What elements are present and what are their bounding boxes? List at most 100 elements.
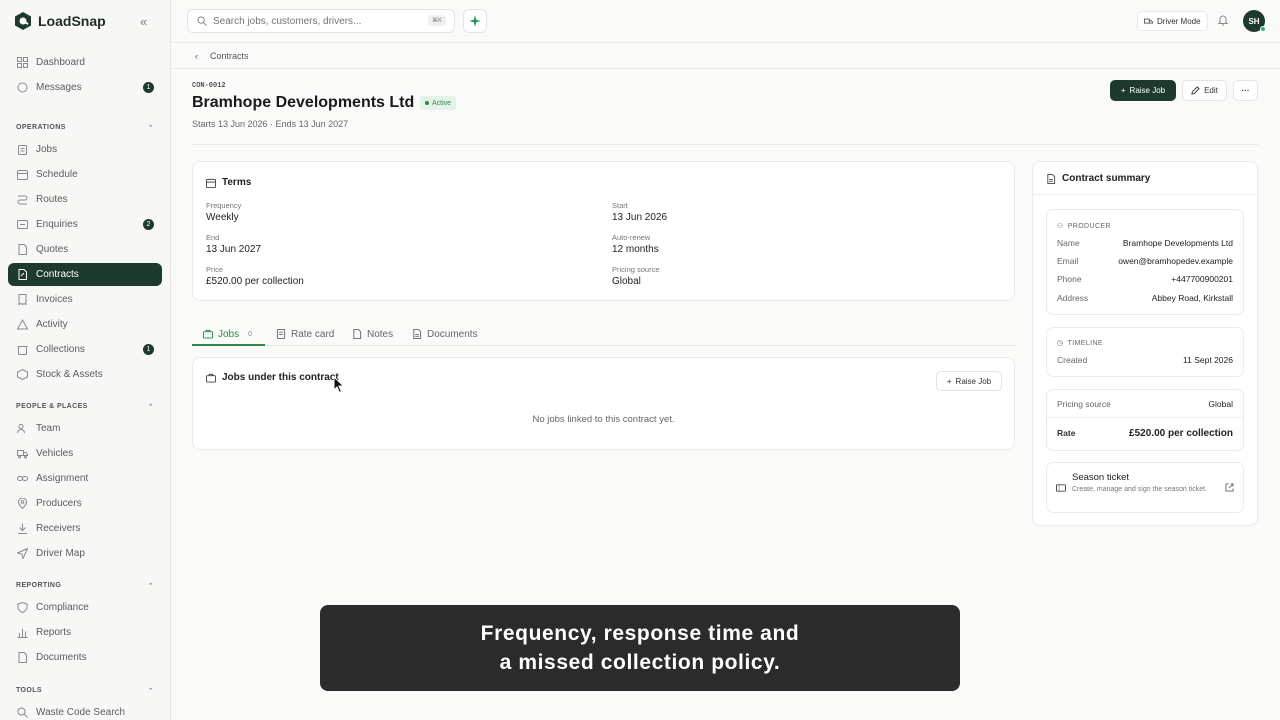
end-value: 13 Jun 2027 [206,244,262,255]
sidebar-item-schedule[interactable]: Schedule [8,163,162,186]
sidebar-item-collections[interactable]: Collections 1 [8,338,162,361]
email-value[interactable]: owen@bramhopedev.example [1118,256,1233,266]
summary-title-text: Contract summary [1062,173,1151,184]
search-box[interactable]: ⌘K [187,9,455,33]
edit-button[interactable]: Edit [1182,80,1227,101]
panel-raise-job-button[interactable]: + Raise Job [936,371,1002,391]
tab-rate-card[interactable]: Rate card [276,324,334,344]
route-icon [16,194,28,206]
tab-jobs[interactable]: Jobs 0 [203,324,252,344]
more-options-button[interactable]: ··· [1233,80,1258,101]
auto-renew-label: Auto-renew [612,233,651,242]
producer-address-row: Address Abbey Road, Kirkstall [1057,293,1233,303]
search-icon [16,707,28,719]
sidebar-item-label: Jobs [36,144,58,155]
created-value: 11 Sept 2026 [1183,355,1233,365]
sidebar-item-label: Stock & Assets [36,369,103,380]
sidebar-item-invoices[interactable]: Invoices [8,288,162,311]
sidebar-item-waste-code-search[interactable]: Waste Code Search [8,701,162,720]
season-ticket-link[interactable]: Season ticket Create, manage and sign th… [1046,462,1244,513]
section-title: REPORTING [16,582,62,589]
raise-job-button[interactable]: + Raise Job [1110,80,1176,101]
sidebar-item-driver-map[interactable]: Driver Map [8,542,162,565]
address-label: Address [1057,293,1089,303]
sidebar-item-producers[interactable]: Producers [8,492,162,515]
pricing-source-label: Pricing source [1057,399,1111,409]
tab-documents[interactable]: Documents [412,324,478,344]
contract-pen-icon [16,269,28,281]
sidebar-item-contracts[interactable]: Contracts [8,263,162,286]
plus-icon: + [946,376,952,386]
section-operations[interactable]: OPERATIONS ⌃ [16,124,154,132]
caption-line-1: Frequency, response time and [480,622,800,645]
section-reporting[interactable]: REPORTING ⌃ [16,582,154,590]
caption-overlay: Frequency, response time and a missed co… [320,605,960,691]
logo[interactable]: LoadSnap [13,11,106,31]
sidebar-item-compliance[interactable]: Compliance [8,596,162,619]
driver-mode-button[interactable]: Driver Mode [1137,11,1208,31]
phone-value[interactable]: +447700900201 [1171,274,1233,284]
document-icon [16,652,28,664]
ai-assistant-button[interactable] [463,9,487,33]
divider [1033,194,1257,195]
sidebar-item-label: Dashboard [36,57,85,68]
season-ticket-title: Season ticket [1072,472,1130,483]
sidebar-item-vehicles[interactable]: Vehicles [8,442,162,465]
producer-section: ⚇ PRODUCER Name Bramhope Developments Ltd … [1046,209,1244,315]
timeline-section: ◷ TIMELINE Created 11 Sept 2026 [1046,327,1244,377]
address-value: Abbey Road, Kirkstall [1151,293,1233,303]
pricing-source-value: Global [612,276,641,287]
timeline-heading-text: TIMELINE [1067,339,1103,347]
tab-notes[interactable]: Notes [352,324,393,344]
tab-label: Notes [367,328,394,340]
notifications-bell-icon[interactable] [1217,14,1229,26]
sidebar-item-label: Compliance [36,602,89,613]
sidebar-item-team[interactable]: Team [8,417,162,440]
breadcrumb: ‹ Contracts [171,43,1280,69]
sidebar-item-receivers[interactable]: Receivers [8,517,162,540]
start-value: 13 Jun 2026 [612,212,668,223]
navigation-arrow-icon [16,548,28,560]
end-label: End [206,233,220,242]
sidebar-item-enquiries[interactable]: Enquiries 2 [8,213,162,236]
calendar-icon [16,169,28,181]
inbox-icon [16,219,28,231]
link-icon [16,473,28,485]
divider [192,144,1258,145]
back-chevron-icon[interactable]: ‹ [195,51,198,61]
pricing-source-value: Global [1208,399,1233,409]
pencil-icon [1191,86,1200,95]
phone-label: Phone [1057,274,1082,284]
document-icon [16,244,28,256]
chevron-up-icon: ⌃ [147,125,154,132]
contract-dates: Starts 13 Jun 2026 · Ends 13 Jun 2027 [192,119,349,129]
sidebar-item-reports[interactable]: Reports [8,621,162,644]
user-avatar[interactable]: SH [1243,10,1266,32]
collapse-sidebar-icon[interactable]: « [140,14,147,29]
sidebar-item-activity[interactable]: Activity [8,313,162,336]
status-dot [425,101,429,105]
tab-divider [192,345,1015,346]
search-input[interactable] [213,15,423,27]
user-initials: SH [1248,16,1260,26]
sidebar-item-stock-assets[interactable]: Stock & Assets [8,363,162,386]
sidebar-item-jobs[interactable]: Jobs [8,138,162,161]
sidebar-item-dashboard[interactable]: Dashboard [8,51,162,74]
sidebar-item-quotes[interactable]: Quotes [8,238,162,261]
breadcrumb-contracts[interactable]: Contracts [210,51,249,61]
table-icon [276,329,286,339]
pricing-source-row: Pricing source Global [1057,399,1233,409]
grid-icon [16,57,28,69]
divider [1047,417,1243,418]
tab-count: 0 [248,330,253,338]
section-people-places[interactable]: PEOPLE & PLACES ⌃ [16,403,154,411]
section-title: OPERATIONS [16,124,66,131]
sidebar-item-routes[interactable]: Routes [8,188,162,211]
sidebar-item-messages[interactable]: Messages 1 [8,76,162,99]
sidebar-item-label: Vehicles [36,448,74,459]
ticket-icon [1056,483,1066,493]
sidebar-item-label: Quotes [36,244,69,255]
section-tools[interactable]: TOOLS ⌃ [16,687,154,695]
sidebar-item-documents[interactable]: Documents [8,646,162,669]
sidebar-item-assignment[interactable]: Assignment [8,467,162,490]
